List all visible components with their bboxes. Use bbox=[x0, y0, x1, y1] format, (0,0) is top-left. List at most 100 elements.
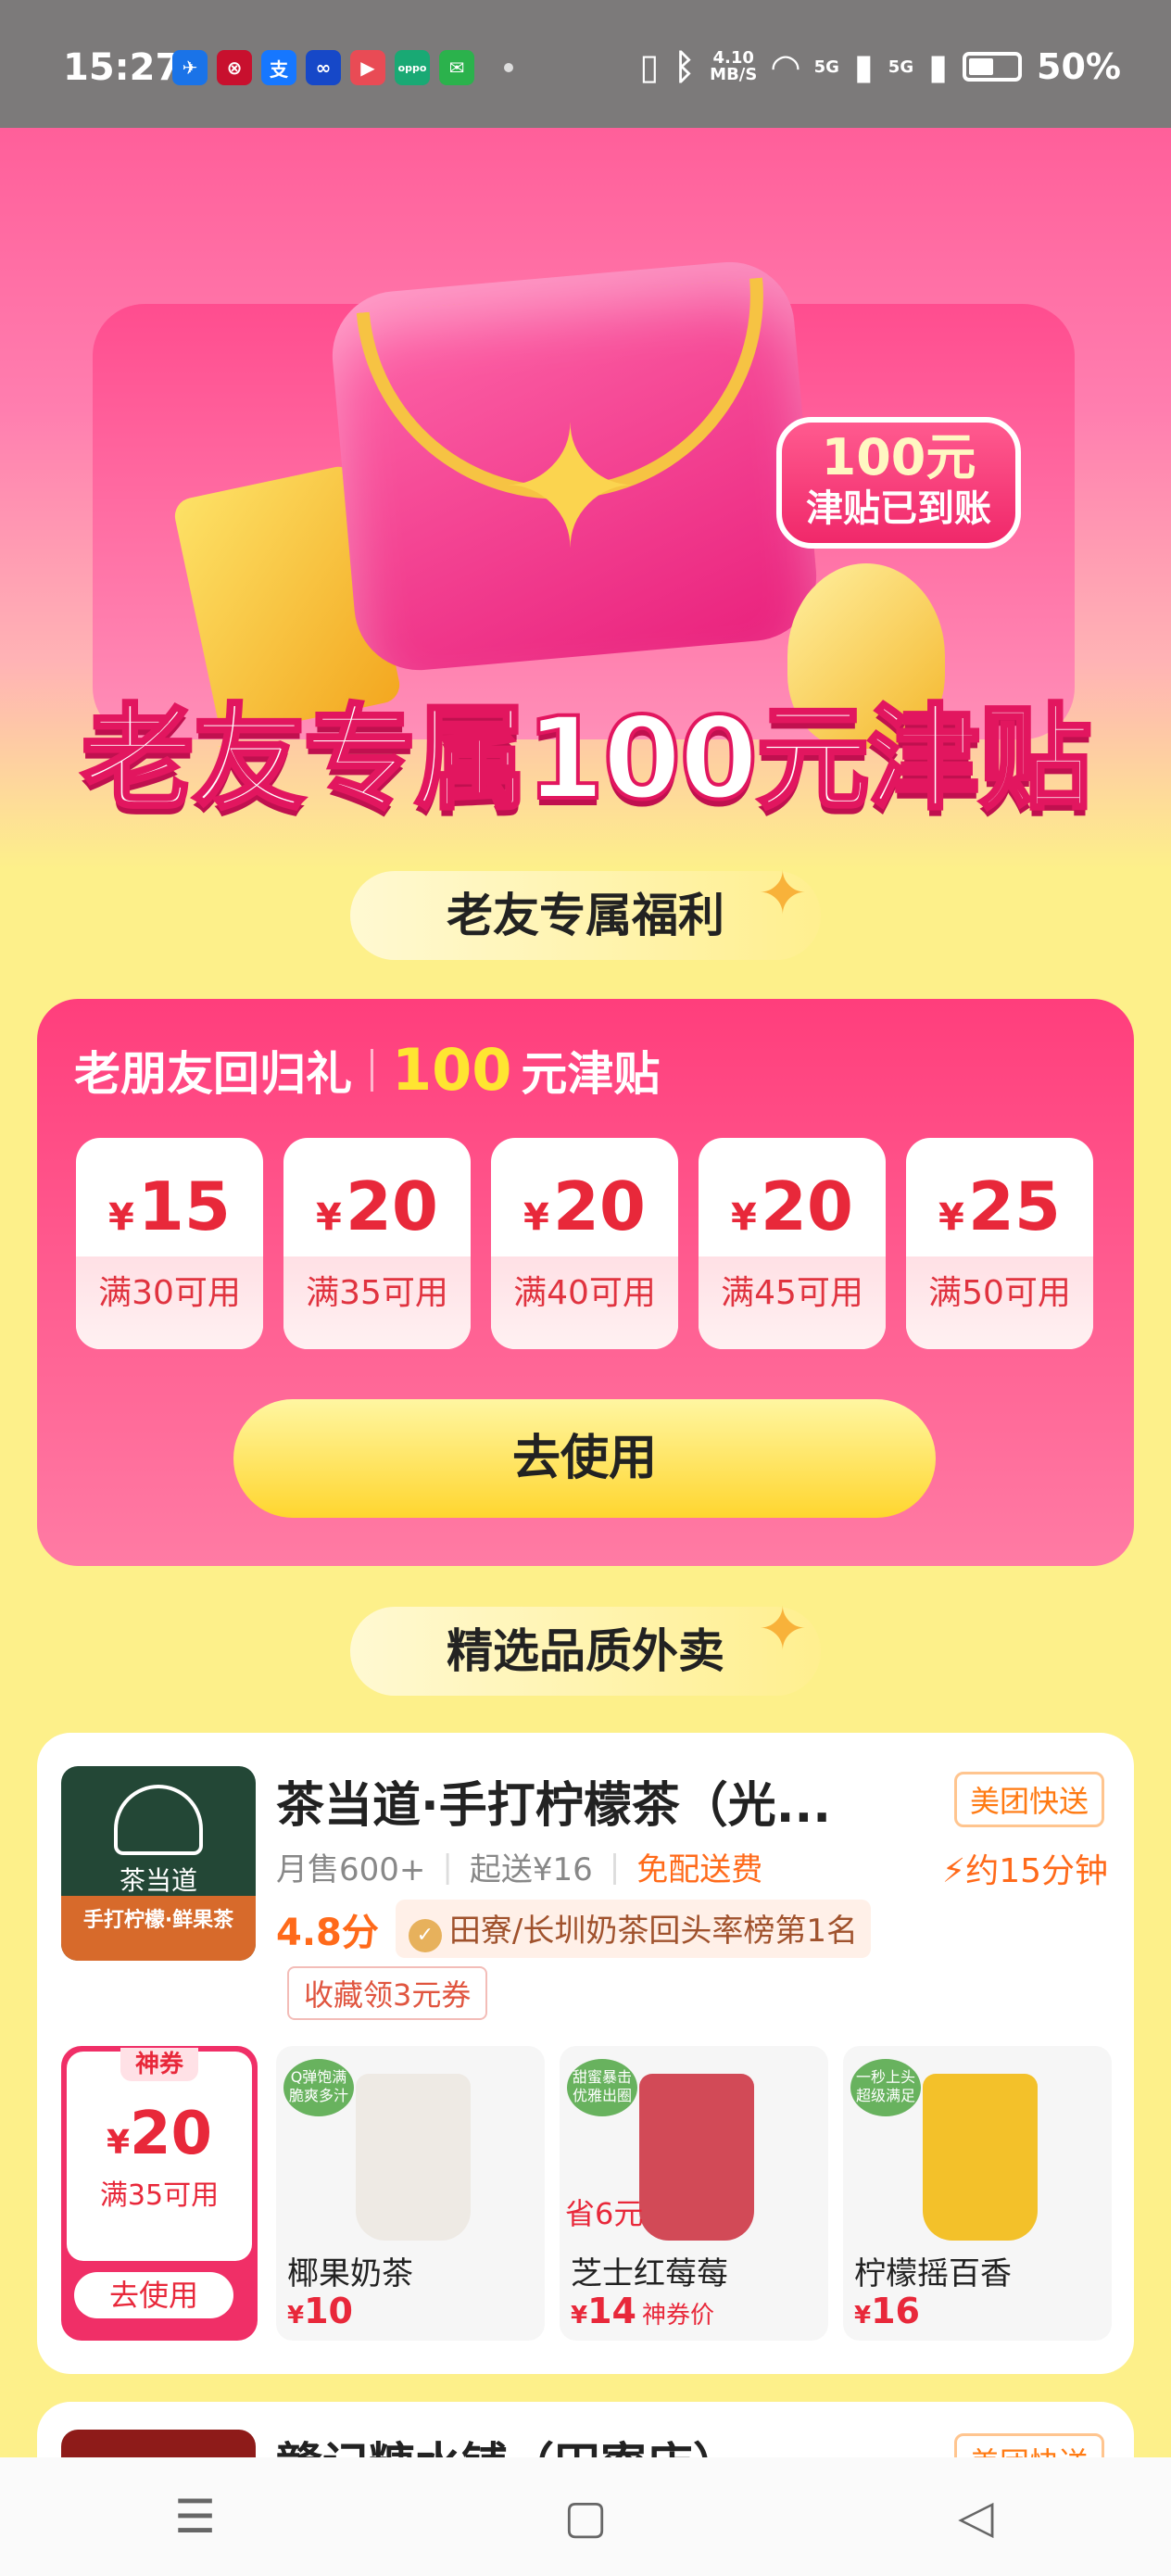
product-name: 椰果奶茶 bbox=[287, 2255, 413, 2292]
use-coupon-button[interactable]: 去使用 bbox=[74, 2272, 233, 2318]
back-icon[interactable]: ◁ bbox=[892, 2490, 1059, 2544]
section-title-takeout: 精选品质外卖 bbox=[350, 1607, 821, 1696]
allowance-suffix: 元津贴 bbox=[521, 1046, 661, 1101]
oppo-app-icon: oppo bbox=[395, 50, 430, 85]
coupon-condition: 满35可用 bbox=[283, 1256, 471, 1349]
coupon-value: ¥20 bbox=[699, 1138, 886, 1256]
currency-symbol: ¥ bbox=[523, 1196, 549, 1239]
min-order: 起送¥16 bbox=[469, 1851, 593, 1888]
product-card[interactable]: 一秒上头 超级满足 柠檬摇百香 ¥16 bbox=[843, 2046, 1112, 2341]
menu-icon[interactable]: ☰ bbox=[112, 2490, 279, 2544]
divider: | bbox=[442, 1848, 453, 1886]
coupon-condition: 满45可用 bbox=[699, 1256, 886, 1349]
message-app-icon: ✉ bbox=[439, 50, 474, 85]
use-allowance-button[interactable]: 去使用 bbox=[233, 1399, 936, 1518]
eta-text: 约15分钟 bbox=[965, 1852, 1108, 1890]
video-app-icon: ▶ bbox=[350, 50, 385, 85]
saving-label: 省6元 bbox=[565, 2196, 644, 2231]
coupon-value: ¥25 bbox=[906, 1138, 1093, 1256]
shop-rating-row: 4.8分 ✓ 田寮/长圳奶茶回头率榜第1名 bbox=[276, 1900, 871, 1958]
signal-bars-icon: ▮ bbox=[853, 46, 874, 87]
ranking-badge[interactable]: ✓ 田寮/长圳奶茶回头率榜第1名 bbox=[395, 1900, 871, 1958]
delivery-tag: 美团快送 bbox=[954, 1772, 1105, 1827]
coupon-card[interactable]: ¥25 满50可用 bbox=[906, 1138, 1093, 1349]
shop-coupon[interactable]: 神券 ¥20 满35可用 去使用 bbox=[61, 2046, 258, 2341]
free-delivery: 免配送费 bbox=[636, 1851, 763, 1888]
price-value: 10 bbox=[304, 2291, 353, 2331]
coupon-card[interactable]: ¥20 满35可用 bbox=[283, 1138, 471, 1349]
divider bbox=[371, 1048, 373, 1092]
currency-symbol: ¥ bbox=[938, 1196, 964, 1239]
currency-symbol: ¥ bbox=[571, 2302, 588, 2330]
drink-cup-image bbox=[639, 2074, 754, 2241]
allowance-prefix: 老朋友回归礼 bbox=[74, 1046, 352, 1101]
battery-icon bbox=[963, 52, 1023, 82]
currency-symbol: ¥ bbox=[106, 2124, 130, 2162]
coupon-card[interactable]: ¥20 满40可用 bbox=[491, 1138, 678, 1349]
product-sticker: Q弹饱满 脆爽多汁 bbox=[283, 2059, 354, 2116]
currency-symbol: ¥ bbox=[730, 1196, 757, 1239]
coupon-condition: 满50可用 bbox=[906, 1256, 1093, 1349]
product-price: ¥16 bbox=[854, 2291, 920, 2331]
coupon-amount: 20 bbox=[552, 1168, 647, 1245]
price-value: 14 bbox=[587, 2291, 636, 2331]
drink-cup-image bbox=[356, 2074, 471, 2241]
coupon-value: ¥15 bbox=[76, 1138, 263, 1256]
coupon-badge: 神券 bbox=[120, 2048, 198, 2081]
coupon-condition: 满35可用 bbox=[99, 2179, 220, 2212]
bubble-text: 津贴已到账 bbox=[806, 487, 991, 530]
ranking-text: 田寮/长圳奶茶回头率榜第1名 bbox=[448, 1913, 858, 1950]
logo-slogan: 手打柠檬·鲜果茶 bbox=[61, 1896, 256, 1961]
bird-app-icon: ✈ bbox=[172, 50, 208, 85]
sparkle-icon: ✦ bbox=[758, 1596, 808, 1664]
star-icon: ✦ bbox=[500, 392, 640, 586]
battery-level: 50% bbox=[1037, 46, 1121, 87]
product-sticker: 甜蜜暴击 优雅出圈 bbox=[567, 2059, 637, 2116]
lightning-icon: ⚡ bbox=[941, 1852, 966, 1890]
currency-symbol: ¥ bbox=[107, 1196, 134, 1239]
coupon-amount: 20 bbox=[760, 1168, 854, 1245]
allowance-heading: 老朋友回归礼 100 元津贴 bbox=[74, 1036, 660, 1104]
status-bar: 15:27 ✈ ⊗ 支 ∞ ▶ oppo ✉ ▯ ᛒ 4.10 MB/S ◠ 5G ▮ 5G … bbox=[0, 0, 1171, 128]
coupon-amount: 20 bbox=[130, 2100, 213, 2168]
allowance-amount: 100 bbox=[392, 1036, 512, 1104]
product-name: 柠檬摇百香 bbox=[854, 2255, 1012, 2292]
home-icon[interactable]: ▢ bbox=[502, 2490, 669, 2544]
bank-app-icon: ⊗ bbox=[217, 50, 252, 85]
shop-name[interactable]: 茶当道·手打柠檬茶（光... bbox=[276, 1766, 832, 1836]
shop-meta: 月售600+ | 起送¥16 | 免配送费 bbox=[276, 1844, 762, 1889]
medal-icon: ✓ bbox=[408, 1919, 442, 1952]
product-sticker: 一秒上头 超级满足 bbox=[850, 2059, 921, 2116]
bluetooth-icon: ᛒ bbox=[674, 46, 696, 87]
coupon-value: ¥20 bbox=[283, 1138, 471, 1256]
product-list: Q弹饱满 脆爽多汁 椰果奶茶 ¥10 甜蜜暴击 优雅出圈 省6元 芝士红莓莓 ¥14 神券价一… bbox=[276, 2046, 1112, 2341]
coupon-amount: 20 bbox=[345, 1168, 439, 1245]
coupon-amount: 25 bbox=[967, 1168, 1062, 1245]
coupon-condition: 满40可用 bbox=[491, 1256, 678, 1349]
clock: 15:27 bbox=[63, 46, 182, 89]
coupon-card[interactable]: ¥15 满30可用 bbox=[76, 1138, 263, 1349]
currency-symbol: ¥ bbox=[315, 1196, 342, 1239]
more-notifications-dot bbox=[504, 63, 513, 72]
system-nav-bar: ☰ ▢ ◁ bbox=[0, 2457, 1171, 2576]
shop-logo[interactable]: 茶当道 手打柠檬·鲜果茶 bbox=[61, 1766, 256, 1961]
cloud-pay-icon: ∞ bbox=[306, 50, 341, 85]
product-card[interactable]: Q弹饱满 脆爽多汁椰果奶茶 ¥10 bbox=[276, 2046, 545, 2341]
product-card[interactable]: 甜蜜暴击 优雅出圈 省6元 芝士红莓莓 ¥14 神券价 bbox=[560, 2046, 828, 2341]
drink-cup-image bbox=[923, 2074, 1038, 2241]
signal-bars-icon: ▮ bbox=[928, 46, 949, 87]
shop-card[interactable]: 茶当道 手打柠檬·鲜果茶 茶当道·手打柠檬茶（光... 美团快送 月售600+ … bbox=[37, 1733, 1134, 2374]
monthly-sales: 月售600+ bbox=[276, 1851, 426, 1888]
delivery-eta: ⚡约15分钟 bbox=[942, 1844, 1108, 1892]
product-price: ¥10 bbox=[287, 2291, 353, 2331]
wifi-icon: ◠ bbox=[772, 46, 800, 87]
allowance-card: 老朋友回归礼 100 元津贴 ¥15 满30可用 ¥20 满35可用 ¥20 满40可用 ¥… bbox=[37, 999, 1134, 1566]
price-value: 16 bbox=[871, 2291, 920, 2331]
currency-symbol: ¥ bbox=[854, 2302, 872, 2330]
alipay-icon: 支 bbox=[261, 50, 296, 85]
section-title-benefits: 老友专属福利 bbox=[350, 871, 821, 960]
coupon-card[interactable]: ¥20 满45可用 bbox=[699, 1138, 886, 1349]
favorite-coupon-tag[interactable]: 收藏领3元券 bbox=[287, 1966, 488, 2020]
product-name: 芝士红莓莓 bbox=[571, 2255, 728, 2292]
coupon-value: ¥20 bbox=[491, 1138, 678, 1256]
